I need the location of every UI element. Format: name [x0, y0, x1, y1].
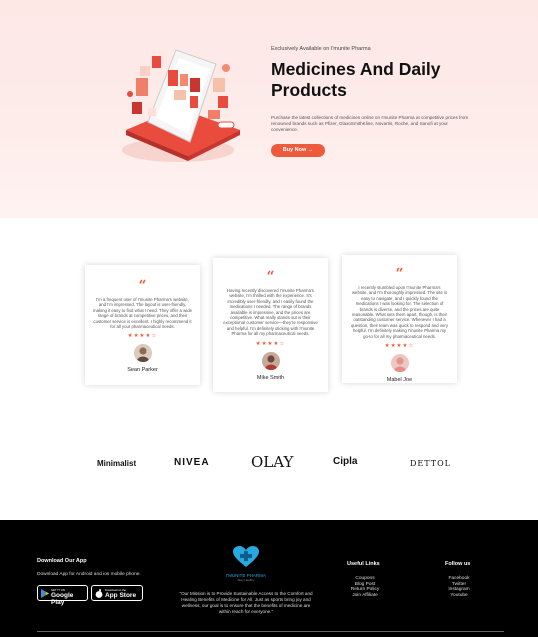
apple-icon — [95, 589, 103, 598]
download-app-text: Download App for Android and ios mobile … — [37, 572, 141, 577]
avatar — [133, 344, 152, 363]
testimonial-text: I recently stumbled upon I'munite Pharma… — [351, 285, 448, 339]
brand-logo-nivea: NIVEA — [174, 457, 210, 468]
logo-tagline: Stay Healthy — [237, 578, 255, 582]
buy-now-button[interactable]: Buy Now → — [271, 143, 325, 157]
hero-kicker: Exclusively Available on I'munite Pharma — [271, 46, 371, 52]
testimonial-card: “ I recently stumbled upon I'munite Phar… — [342, 255, 457, 383]
quote-icon: “ — [395, 266, 404, 282]
testimonial-text: I'm a frequent user of I'munite Pharma's… — [93, 297, 192, 330]
mission-statement: "Our Mission is to Provide Sustainable A… — [179, 591, 313, 614]
google-play-icon — [41, 589, 49, 598]
footer-link-youtube[interactable]: Youtube — [440, 593, 478, 599]
google-play-button[interactable]: GET IT ON Google Play — [37, 585, 88, 606]
useful-links-title: Useful Links — [347, 561, 380, 567]
reviewer-name: Mabel Joe — [386, 377, 413, 384]
useful-links-list: Coupons Blog Post Return Policy Join Aff… — [344, 576, 386, 598]
testimonial-card: “ Having recently discovered I'munite Ph… — [213, 258, 328, 392]
avatar — [390, 354, 409, 373]
star-rating: ★★★★☆ — [384, 343, 415, 350]
reviewer-name: Mike Smith — [256, 374, 285, 381]
follow-us-title: Follow us — [445, 561, 471, 567]
heart-logo-icon — [233, 546, 259, 567]
testimonial-card: “ I'm a frequent user of I'munite Pharma… — [85, 265, 200, 385]
reviewer-name: Sean Parker — [127, 367, 158, 374]
brand-logo-minimalist: Minimalist — [97, 459, 137, 468]
download-app-title: Download Our App — [37, 558, 87, 564]
quote-icon: “ — [138, 278, 147, 294]
app-store-label: App Store — [105, 592, 137, 599]
brand-logo-cipla: Cipla — [333, 456, 358, 467]
hero-banner: Exclusively Available on I'munite Pharma… — [0, 0, 538, 218]
footer-divider — [37, 631, 504, 632]
google-play-label: Google Play — [51, 592, 74, 606]
footer-logo[interactable]: I'MUNITE PHARMA Stay Healthy — [220, 546, 272, 582]
app-store-button[interactable]: Download on the App Store — [91, 585, 143, 601]
quote-icon: “ — [266, 269, 275, 285]
brand-logo-dettol: DETTOL — [410, 459, 451, 468]
testimonial-text: Having recently discovered I'munite Phar… — [223, 288, 318, 337]
avatar — [261, 351, 280, 370]
footer-link-join-affiliate[interactable]: Join Affiliate — [344, 593, 386, 599]
pharmacy-phone-illustration — [122, 49, 240, 162]
site-footer: Download Our App Download App for Androi… — [0, 520, 538, 637]
star-rating: ★★★★☆ — [127, 333, 158, 340]
brand-logo-olay: OLAY — [251, 453, 294, 471]
follow-links-list: Facebook Twitter Instagram Youtube — [440, 576, 478, 598]
hero-description: Purchase the latest collections of medic… — [271, 115, 469, 133]
hero-title: Medicines And Daily Products — [271, 59, 441, 100]
star-rating: ★★★★☆ — [255, 340, 286, 347]
